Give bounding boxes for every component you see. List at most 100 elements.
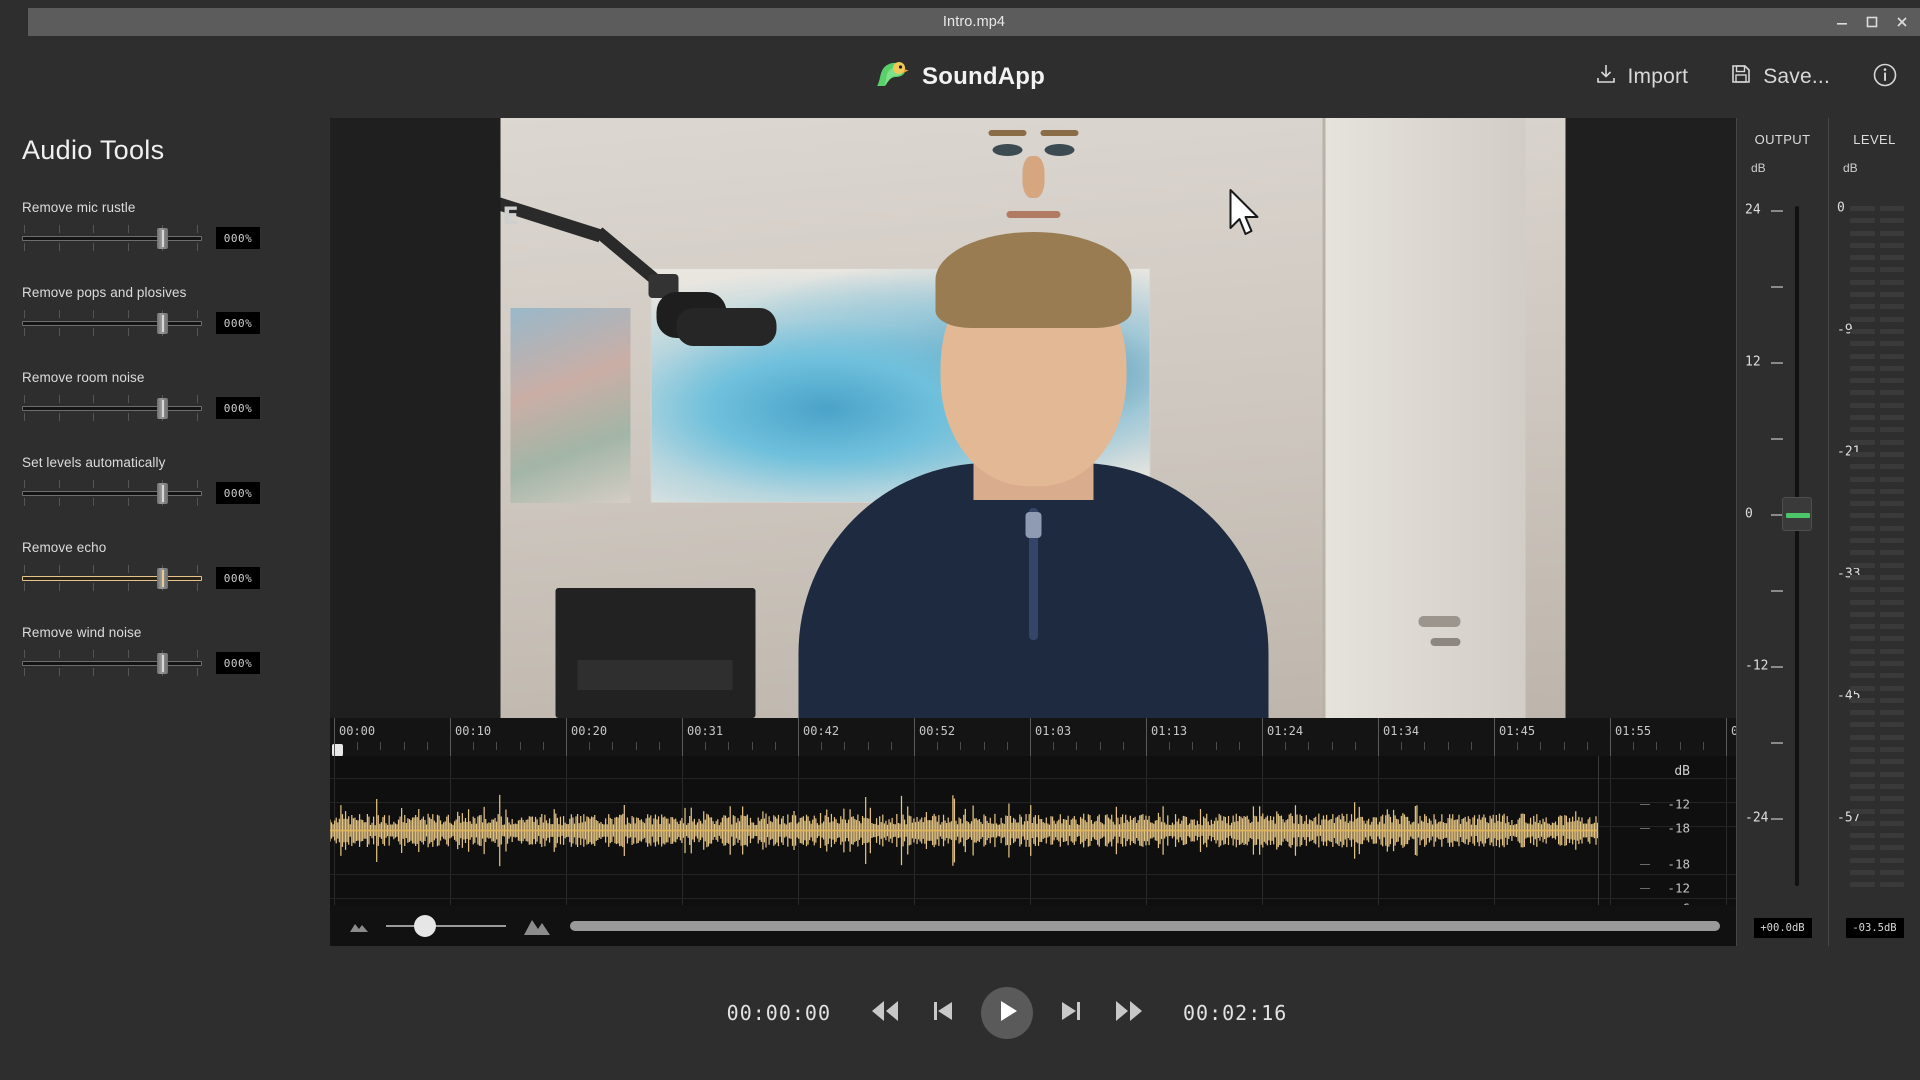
tool-slider[interactable] (22, 479, 202, 507)
header-actions: Import Save... (1595, 62, 1899, 93)
tool-3: Set levels automatically 000% (22, 455, 290, 507)
level-led-segment (1850, 206, 1875, 211)
level-led-segment (1879, 660, 1904, 666)
level-led-segment (1879, 759, 1904, 765)
output-scale-label: 12 (1745, 354, 1761, 370)
ruler-major-tick (1610, 718, 1611, 756)
level-led-segment (1850, 624, 1875, 630)
ruler-time-label: 01:03 (1035, 724, 1072, 738)
level-led-segment (1879, 599, 1904, 605)
save-button[interactable]: Save... (1730, 63, 1830, 91)
slider-knob[interactable] (157, 398, 169, 419)
ruler-minor-tick (635, 742, 637, 750)
level-led-segment (1850, 587, 1875, 593)
tool-slider[interactable] (22, 649, 202, 677)
tool-value: 000% (216, 652, 260, 674)
level-led-segment (1850, 710, 1875, 716)
output-scale-label: 24 (1745, 202, 1761, 218)
ruler-major-tick (566, 718, 567, 756)
timeline-horizontal-scrollbar[interactable] (570, 920, 1720, 931)
slider-knob[interactable] (157, 313, 169, 334)
save-label: Save... (1763, 65, 1830, 88)
ruler-minor-tick (1169, 742, 1171, 750)
ruler-major-tick (334, 718, 335, 756)
rewind-button[interactable] (865, 993, 905, 1033)
level-led-segment (1879, 464, 1904, 470)
ruler-minor-tick (867, 742, 869, 750)
level-led-segment (1850, 328, 1875, 334)
ruler-major-tick (682, 718, 683, 756)
video-preview-area[interactable]: DE (330, 118, 1736, 718)
level-led-segment (1879, 353, 1904, 359)
tool-slider[interactable] (22, 564, 202, 592)
level-led-segment (1879, 501, 1904, 507)
ruler-minor-tick (1586, 742, 1588, 750)
tool-slider[interactable] (22, 224, 202, 252)
editor-stage: DE (329, 118, 1767, 946)
info-button[interactable] (1872, 62, 1898, 93)
timeline-ruler[interactable]: 00:00 00:10 00:20 00:31 00:42 00:52 01:03 01:13… (330, 718, 1767, 758)
level-led-segment (1879, 328, 1904, 334)
zoom-slider-track (386, 924, 506, 927)
level-led-segment (1879, 857, 1904, 863)
output-fader-knob[interactable] (1782, 497, 1812, 531)
slider-knob[interactable] (157, 228, 169, 249)
slider-knob[interactable] (157, 568, 169, 589)
video-microphone-boom: DE (500, 188, 811, 358)
zoom-slider-knob[interactable] (414, 914, 436, 937)
close-button[interactable] (1894, 14, 1910, 30)
minimize-button[interactable] (1834, 14, 1850, 30)
level-led-segment (1879, 439, 1904, 445)
current-time: 00:00:00 (726, 1001, 831, 1025)
output-fader-track[interactable] (1795, 206, 1799, 886)
tool-slider[interactable] (22, 394, 202, 422)
level-led-segment (1879, 365, 1904, 371)
ruler-minor-tick (1006, 742, 1008, 750)
slider-knob[interactable] (157, 653, 169, 674)
ruler-minor-tick (426, 742, 428, 750)
level-meter-title: LEVEL (1853, 132, 1896, 147)
level-led-segment (1850, 636, 1875, 642)
ruler-time-label: 01:13 (1151, 724, 1188, 738)
level-led-segment (1850, 427, 1875, 433)
next-button[interactable] (1051, 993, 1091, 1033)
maximize-button[interactable] (1864, 14, 1880, 30)
zoom-slider[interactable] (386, 914, 506, 937)
transport-bar: 00:00:00 00:02:16 (330, 946, 1920, 1080)
play-icon (994, 998, 1020, 1029)
ruler-minor-tick (357, 742, 359, 750)
level-led-bar-right (1879, 206, 1904, 888)
zoom-in-waveform-icon[interactable] (522, 915, 552, 937)
ruler-minor-tick (960, 742, 962, 750)
level-led-segment (1850, 267, 1875, 273)
ruler-minor-tick (1470, 742, 1472, 750)
output-readout: +00.0dB (1753, 918, 1812, 938)
slider-knob[interactable] (157, 483, 169, 504)
waveform-area[interactable]: dB-12-18-18-12-6-3 (329, 756, 1736, 927)
db-axis-tick (1640, 804, 1650, 805)
zoom-out-waveform-icon[interactable] (348, 918, 370, 934)
play-button[interactable] (981, 987, 1033, 1039)
video-door-handle-lower (1430, 638, 1461, 646)
level-led-segment (1879, 538, 1904, 544)
level-led-segment (1850, 660, 1875, 666)
ruler-minor-tick (403, 742, 405, 750)
import-button[interactable]: Import (1595, 63, 1689, 91)
tool-slider[interactable] (22, 309, 202, 337)
waveform-canvas[interactable] (329, 756, 1599, 905)
total-time: 00:02:16 (1183, 1001, 1288, 1025)
level-led-segment (1850, 685, 1875, 691)
level-led-segment (1879, 845, 1904, 851)
ruler-minor-tick (751, 742, 753, 750)
video-frame[interactable]: DE (500, 118, 1566, 718)
ruler-major-tick (1146, 718, 1147, 756)
title-bar[interactable]: Intro.mp4 (28, 8, 1920, 36)
output-tick (1771, 818, 1783, 820)
level-led-segment (1850, 722, 1875, 728)
level-led-segment (1879, 710, 1904, 716)
level-led-segment (1879, 402, 1904, 408)
fast-forward-button[interactable] (1109, 993, 1149, 1033)
previous-button[interactable] (923, 993, 963, 1033)
level-led-segment (1879, 378, 1904, 384)
level-led-segment (1879, 808, 1904, 814)
